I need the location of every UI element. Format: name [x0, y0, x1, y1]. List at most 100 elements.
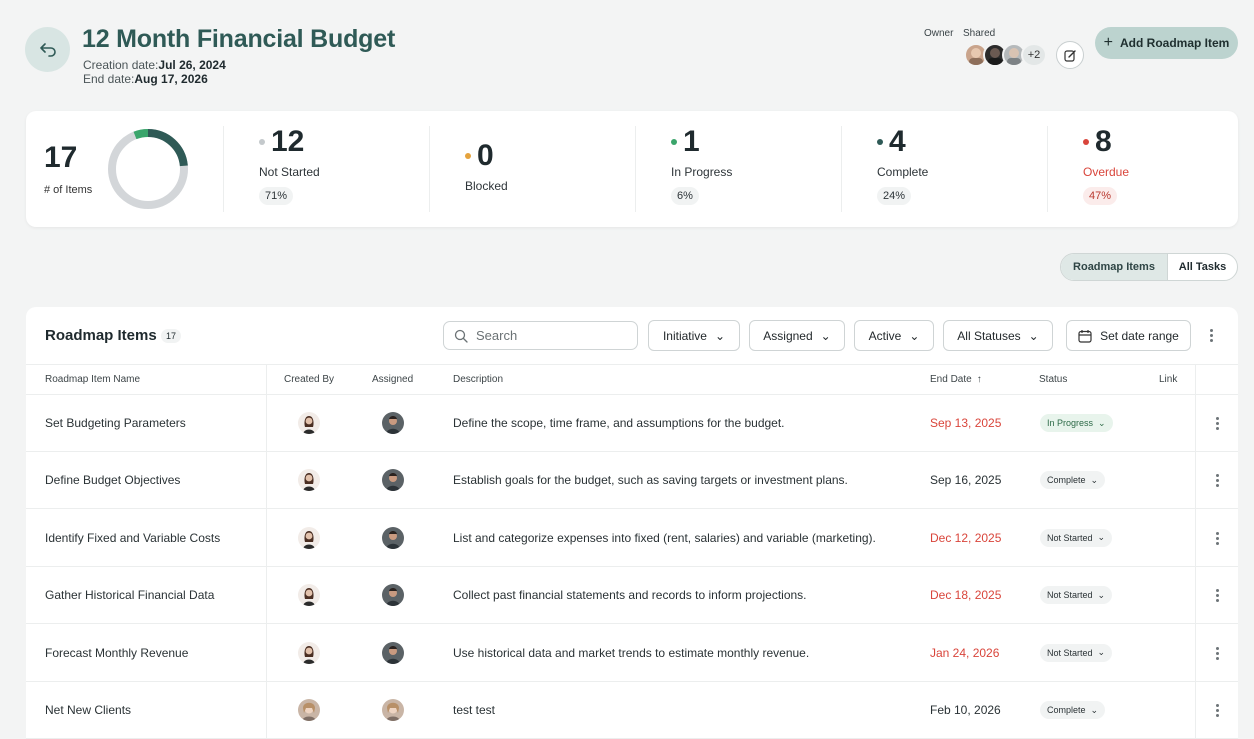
total-items-label: # of Items [44, 184, 93, 196]
donut-segment-in-progress [108, 129, 188, 209]
row-end-date: Dec 18, 2025 [930, 588, 1002, 603]
chevron-down-icon: ⌄ [1097, 532, 1106, 543]
col-header-name[interactable]: Roadmap Item Name [45, 374, 140, 385]
row-name[interactable]: Define Budget Objectives [45, 473, 180, 487]
status-dot [671, 139, 677, 145]
add-roadmap-item-button[interactable]: + Add Roadmap Item [1095, 27, 1238, 59]
table-row[interactable]: Define Budget Objectives Establish goals … [26, 452, 1238, 510]
assigned-avatar[interactable] [382, 412, 404, 434]
col-header-status[interactable]: Status [1039, 374, 1067, 385]
table-row[interactable]: Set Budgeting Parameters Define the scope… [26, 395, 1238, 452]
table-more-menu-icon[interactable] [1210, 329, 1213, 342]
tab-all-tasks[interactable]: All Tasks [1168, 254, 1237, 280]
row-description: Use historical data and market trends to… [453, 645, 810, 660]
created-by-avatar[interactable] [298, 412, 320, 434]
creation-date: Creation date:Jul 26, 2024 [83, 58, 226, 72]
row-more-menu-icon[interactable] [1216, 589, 1219, 603]
assigned-avatar[interactable] [382, 699, 404, 721]
assigned-avatar[interactable] [382, 641, 404, 664]
status-dropdown[interactable]: Complete ⌄ [1040, 701, 1106, 719]
row-name[interactable]: Gather Historical Financial Data [45, 588, 214, 602]
owner-label: Owner [924, 28, 954, 39]
row-end-date: Sep 13, 2025 [930, 416, 1002, 430]
row-more-menu-icon[interactable] [1216, 417, 1219, 430]
created-by-avatar[interactable] [298, 699, 320, 721]
end-date: End date:Aug 17, 2026 [83, 72, 208, 86]
row-end-date: Sep 16, 2025 [930, 473, 1002, 488]
row-end-date: Dec 12, 2025 [930, 530, 1002, 545]
row-description: Establish goals for the budget, such as … [453, 473, 848, 488]
row-more-menu-icon[interactable] [1216, 646, 1219, 660]
view-toggle: Roadmap Items All Tasks [1060, 253, 1238, 281]
search-input[interactable] [476, 328, 616, 343]
col-header-link[interactable]: Link [1159, 374, 1177, 385]
table-title: Roadmap Items [45, 327, 157, 344]
status-dropdown[interactable]: Not Started ⌄ [1040, 586, 1113, 605]
stat-complete: 4 Complete 24% [877, 125, 928, 205]
row-more-menu-icon[interactable] [1216, 474, 1219, 488]
stat-overdue: 8 Overdue 47% [1083, 125, 1129, 205]
chevron-down-icon: ⌄ [1098, 417, 1106, 428]
chevron-down-icon: ⌄ [820, 328, 831, 343]
row-name[interactable]: Forecast Monthly Revenue [45, 646, 188, 660]
chevron-down-icon: ⌄ [1090, 474, 1099, 485]
row-end-date: Feb 10, 2026 [930, 703, 1001, 717]
table-count-badge: 17 [161, 329, 182, 343]
chevron-down-icon: ⌄ [1028, 328, 1039, 343]
col-header-created-by[interactable]: Created By [284, 374, 334, 385]
filter-initiative[interactable]: Initiative ⌄ [648, 320, 740, 351]
stats-card: 17 # of Items 12 Not Started 71% 0 Block… [26, 111, 1238, 227]
created-by-avatar[interactable] [298, 526, 320, 549]
search-box[interactable] [443, 321, 638, 350]
status-dot [259, 139, 265, 145]
col-header-assigned[interactable]: Assigned [372, 374, 413, 385]
edit-icon [1063, 49, 1076, 62]
stat-in-progress: 1 In Progress 6% [671, 125, 732, 205]
shared-avatars[interactable]: +2 [964, 43, 1047, 67]
table-row[interactable]: Forecast Monthly Revenue Use historical d… [26, 625, 1238, 682]
total-items-count: 17 [44, 141, 78, 174]
created-by-avatar[interactable] [298, 469, 320, 492]
col-header-description[interactable]: Description [453, 374, 503, 385]
status-dropdown[interactable]: Not Started ⌄ [1040, 528, 1113, 547]
row-description: List and categorize expenses into fixed … [453, 530, 876, 545]
stat-blocked: 0 Blocked [465, 139, 508, 193]
status-donut-chart [108, 129, 188, 209]
row-name[interactable]: Net New Clients [45, 703, 131, 717]
roadmap-items-table-card: Roadmap Items 17 Initiative⌄ Assigned⌄ A… [26, 307, 1238, 739]
back-button[interactable] [25, 27, 70, 72]
created-by-avatar[interactable] [298, 641, 320, 664]
assigned-avatar[interactable] [382, 584, 404, 607]
filter-active[interactable]: Active ⌄ [854, 320, 934, 351]
chevron-down-icon: ⌄ [1090, 704, 1099, 715]
status-dropdown[interactable]: Complete ⌄ [1040, 471, 1106, 490]
status-dropdown[interactable]: In Progress ⌄ [1040, 414, 1113, 432]
plus-icon: + [1103, 34, 1113, 51]
filter-assigned[interactable]: Assigned ⌄ [749, 320, 845, 351]
table-row[interactable]: Identify Fixed and Variable Costs List an… [26, 510, 1238, 567]
chevron-down-icon: ⌄ [1097, 589, 1106, 600]
chevron-down-icon: ⌄ [909, 328, 920, 343]
table-row[interactable]: Gather Historical Financial Data Collect … [26, 567, 1238, 625]
status-dropdown[interactable]: Not Started ⌄ [1040, 643, 1113, 662]
sort-ascending-icon: ↑ [976, 374, 982, 385]
search-icon [454, 329, 468, 343]
assigned-avatar[interactable] [382, 469, 404, 492]
edit-button[interactable] [1056, 41, 1084, 69]
col-header-end-date[interactable]: End Date ↑ [930, 374, 982, 385]
more-avatars-badge[interactable]: +2 [1021, 43, 1047, 67]
page-title: 12 Month Financial Budget [82, 25, 396, 53]
created-by-avatar[interactable] [298, 584, 320, 607]
tab-roadmap-items[interactable]: Roadmap Items [1061, 254, 1168, 280]
row-more-menu-icon[interactable] [1216, 704, 1219, 717]
set-date-range-button[interactable]: Set date range [1066, 320, 1191, 351]
status-dot [877, 139, 883, 145]
table-row[interactable]: Net New Clients test test Feb 10, 2026 Comp… [26, 682, 1238, 739]
assigned-avatar[interactable] [382, 526, 404, 549]
row-name[interactable]: Identify Fixed and Variable Costs [45, 531, 220, 545]
back-arrow-icon [39, 42, 56, 57]
row-description: test test [453, 703, 496, 717]
row-more-menu-icon[interactable] [1216, 531, 1219, 545]
filter-all-statuses[interactable]: All Statuses ⌄ [943, 320, 1053, 351]
row-name[interactable]: Set Budgeting Parameters [45, 416, 186, 430]
